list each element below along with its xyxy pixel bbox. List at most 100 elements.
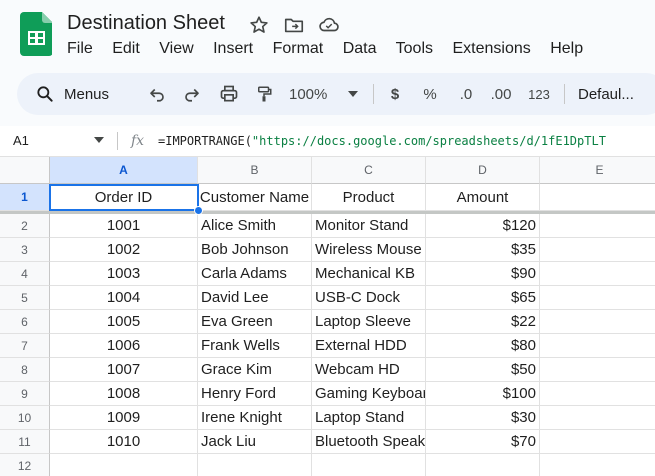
cell-b5[interactable]: David Lee bbox=[198, 286, 312, 310]
row-header-4[interactable]: 4 bbox=[0, 262, 50, 286]
zoom-select[interactable]: 100% bbox=[289, 73, 339, 115]
cell-a2[interactable]: 1001 bbox=[50, 214, 198, 238]
cell-d2[interactable]: $120 bbox=[426, 214, 540, 238]
cell-c4[interactable]: Mechanical KB bbox=[312, 262, 426, 286]
cell-c6[interactable]: Laptop Sleeve bbox=[312, 310, 426, 334]
cell-a5[interactable]: 1004 bbox=[50, 286, 198, 310]
menu-tools[interactable]: Tools bbox=[396, 40, 433, 57]
decrease-decimal-button[interactable]: .0 bbox=[454, 73, 478, 115]
row-header-11[interactable]: 11 bbox=[0, 430, 50, 454]
increase-decimal-button[interactable]: .00 bbox=[489, 73, 513, 115]
cell-e1[interactable] bbox=[540, 184, 655, 211]
row-header-8[interactable]: 8 bbox=[0, 358, 50, 382]
percent-format-button[interactable]: % bbox=[421, 73, 439, 115]
menu-file[interactable]: File bbox=[67, 40, 93, 57]
cell-d10[interactable]: $30 bbox=[426, 406, 540, 430]
cell-c5[interactable]: USB-C Dock bbox=[312, 286, 426, 310]
cell-b4[interactable]: Carla Adams bbox=[198, 262, 312, 286]
search-menus-button[interactable]: Menus bbox=[35, 73, 145, 115]
cell-a7[interactable]: 1006 bbox=[50, 334, 198, 358]
select-all-corner[interactable] bbox=[0, 157, 50, 184]
row-header-1[interactable]: 1 bbox=[0, 184, 50, 211]
cell-e7[interactable] bbox=[540, 334, 655, 358]
column-header-a[interactable]: A bbox=[50, 157, 198, 184]
row-header-10[interactable]: 10 bbox=[0, 406, 50, 430]
row-header-3[interactable]: 3 bbox=[0, 238, 50, 262]
cell-b8[interactable]: Grace Kim bbox=[198, 358, 312, 382]
menu-edit[interactable]: Edit bbox=[112, 40, 140, 57]
name-box[interactable]: A1 bbox=[13, 126, 29, 156]
menu-help[interactable]: Help bbox=[550, 40, 583, 57]
cell-e5[interactable] bbox=[540, 286, 655, 310]
row-header-5[interactable]: 5 bbox=[0, 286, 50, 310]
cell-b3[interactable]: Bob Johnson bbox=[198, 238, 312, 262]
formula-input[interactable]: =IMPORTRANGE("https://docs.google.com/sp… bbox=[158, 126, 606, 156]
sheets-logo-icon[interactable] bbox=[20, 12, 52, 56]
cell-e2[interactable] bbox=[540, 214, 655, 238]
cell-b7[interactable]: Frank Wells bbox=[198, 334, 312, 358]
cell-e8[interactable] bbox=[540, 358, 655, 382]
cell-b9[interactable]: Henry Ford bbox=[198, 382, 312, 406]
cell-a6[interactable]: 1005 bbox=[50, 310, 198, 334]
row-header-6[interactable]: 6 bbox=[0, 310, 50, 334]
cell-c9[interactable]: Gaming Keyboard bbox=[312, 382, 426, 406]
cell-b12[interactable] bbox=[198, 454, 312, 476]
cell-b11[interactable]: Jack Liu bbox=[198, 430, 312, 454]
menu-format[interactable]: Format bbox=[273, 40, 324, 57]
print-button[interactable] bbox=[217, 73, 241, 115]
menu-data[interactable]: Data bbox=[343, 40, 377, 57]
cell-c11[interactable]: Bluetooth Speaker bbox=[312, 430, 426, 454]
name-box-chevron-down-icon[interactable] bbox=[94, 137, 104, 144]
row-header-7[interactable]: 7 bbox=[0, 334, 50, 358]
cell-d12[interactable] bbox=[426, 454, 540, 476]
fill-handle[interactable] bbox=[194, 206, 203, 215]
undo-button[interactable] bbox=[146, 73, 168, 115]
cell-d7[interactable]: $80 bbox=[426, 334, 540, 358]
cell-e11[interactable] bbox=[540, 430, 655, 454]
row-header-9[interactable]: 9 bbox=[0, 382, 50, 406]
cell-e3[interactable] bbox=[540, 238, 655, 262]
cell-d1[interactable]: Amount bbox=[426, 184, 540, 211]
cell-c1[interactable]: Product bbox=[312, 184, 426, 211]
cell-b6[interactable]: Eva Green bbox=[198, 310, 312, 334]
cell-e6[interactable] bbox=[540, 310, 655, 334]
font-family-select[interactable]: Defaul... bbox=[578, 73, 648, 115]
zoom-dropdown-button[interactable] bbox=[345, 73, 361, 115]
paint-format-button[interactable] bbox=[253, 73, 275, 115]
cell-e4[interactable] bbox=[540, 262, 655, 286]
cell-b2[interactable]: Alice Smith bbox=[198, 214, 312, 238]
cell-a4[interactable]: 1003 bbox=[50, 262, 198, 286]
column-header-e[interactable]: E bbox=[540, 157, 655, 184]
column-header-b[interactable]: B bbox=[198, 157, 312, 184]
number-format-button[interactable]: 123 bbox=[526, 73, 552, 115]
row-header-12[interactable]: 12 bbox=[0, 454, 50, 476]
menu-view[interactable]: View bbox=[159, 40, 193, 57]
cloud-saved-icon[interactable] bbox=[318, 14, 340, 36]
cell-c7[interactable]: External HDD bbox=[312, 334, 426, 358]
cell-a9[interactable]: 1008 bbox=[50, 382, 198, 406]
currency-format-button[interactable]: $ bbox=[386, 73, 404, 115]
cell-a10[interactable]: 1009 bbox=[50, 406, 198, 430]
cell-d5[interactable]: $65 bbox=[426, 286, 540, 310]
cell-d9[interactable]: $100 bbox=[426, 382, 540, 406]
menu-insert[interactable]: Insert bbox=[213, 40, 253, 57]
cell-c10[interactable]: Laptop Stand bbox=[312, 406, 426, 430]
row-header-2[interactable]: 2 bbox=[0, 214, 50, 238]
column-header-c[interactable]: C bbox=[312, 157, 426, 184]
cell-b1[interactable]: Customer Name bbox=[198, 184, 312, 211]
cell-a3[interactable]: 1002 bbox=[50, 238, 198, 262]
redo-button[interactable] bbox=[181, 73, 203, 115]
menu-extensions[interactable]: Extensions bbox=[452, 40, 530, 57]
cell-e10[interactable] bbox=[540, 406, 655, 430]
cell-b10[interactable]: Irene Knight bbox=[198, 406, 312, 430]
cell-e9[interactable] bbox=[540, 382, 655, 406]
cell-d6[interactable]: $22 bbox=[426, 310, 540, 334]
cell-a8[interactable]: 1007 bbox=[50, 358, 198, 382]
cell-c12[interactable] bbox=[312, 454, 426, 476]
cell-c2[interactable]: Monitor Stand bbox=[312, 214, 426, 238]
cell-d3[interactable]: $35 bbox=[426, 238, 540, 262]
cell-c3[interactable]: Wireless Mouse bbox=[312, 238, 426, 262]
frozen-row-divider[interactable] bbox=[0, 211, 655, 214]
column-header-d[interactable]: D bbox=[426, 157, 540, 184]
cell-d11[interactable]: $70 bbox=[426, 430, 540, 454]
